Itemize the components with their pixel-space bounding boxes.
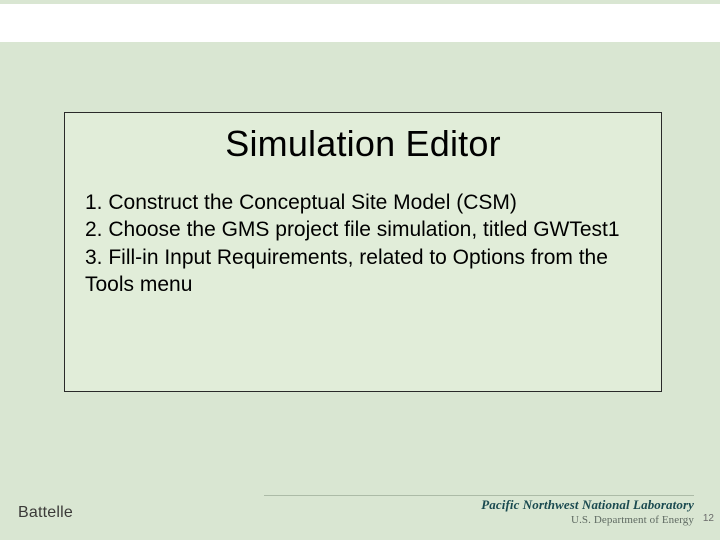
slide-title: Simulation Editor <box>85 123 641 165</box>
content-box: Simulation Editor 1. Construct the Conce… <box>64 112 662 392</box>
footer-agency-name: U.S. Department of Energy <box>481 514 694 526</box>
slide-body: 1. Construct the Conceptual Site Model (… <box>85 189 641 298</box>
footer-right: Pacific Northwest National Laboratory U.… <box>481 497 694 526</box>
footer-rule <box>264 495 694 496</box>
page-number: 12 <box>703 513 714 524</box>
footer: Battelle Pacific Northwest National Labo… <box>0 490 720 526</box>
footer-lab-name: Pacific Northwest National Laboratory <box>481 497 694 513</box>
top-white-band <box>0 4 720 42</box>
footer-left-brand: Battelle <box>18 504 73 522</box>
